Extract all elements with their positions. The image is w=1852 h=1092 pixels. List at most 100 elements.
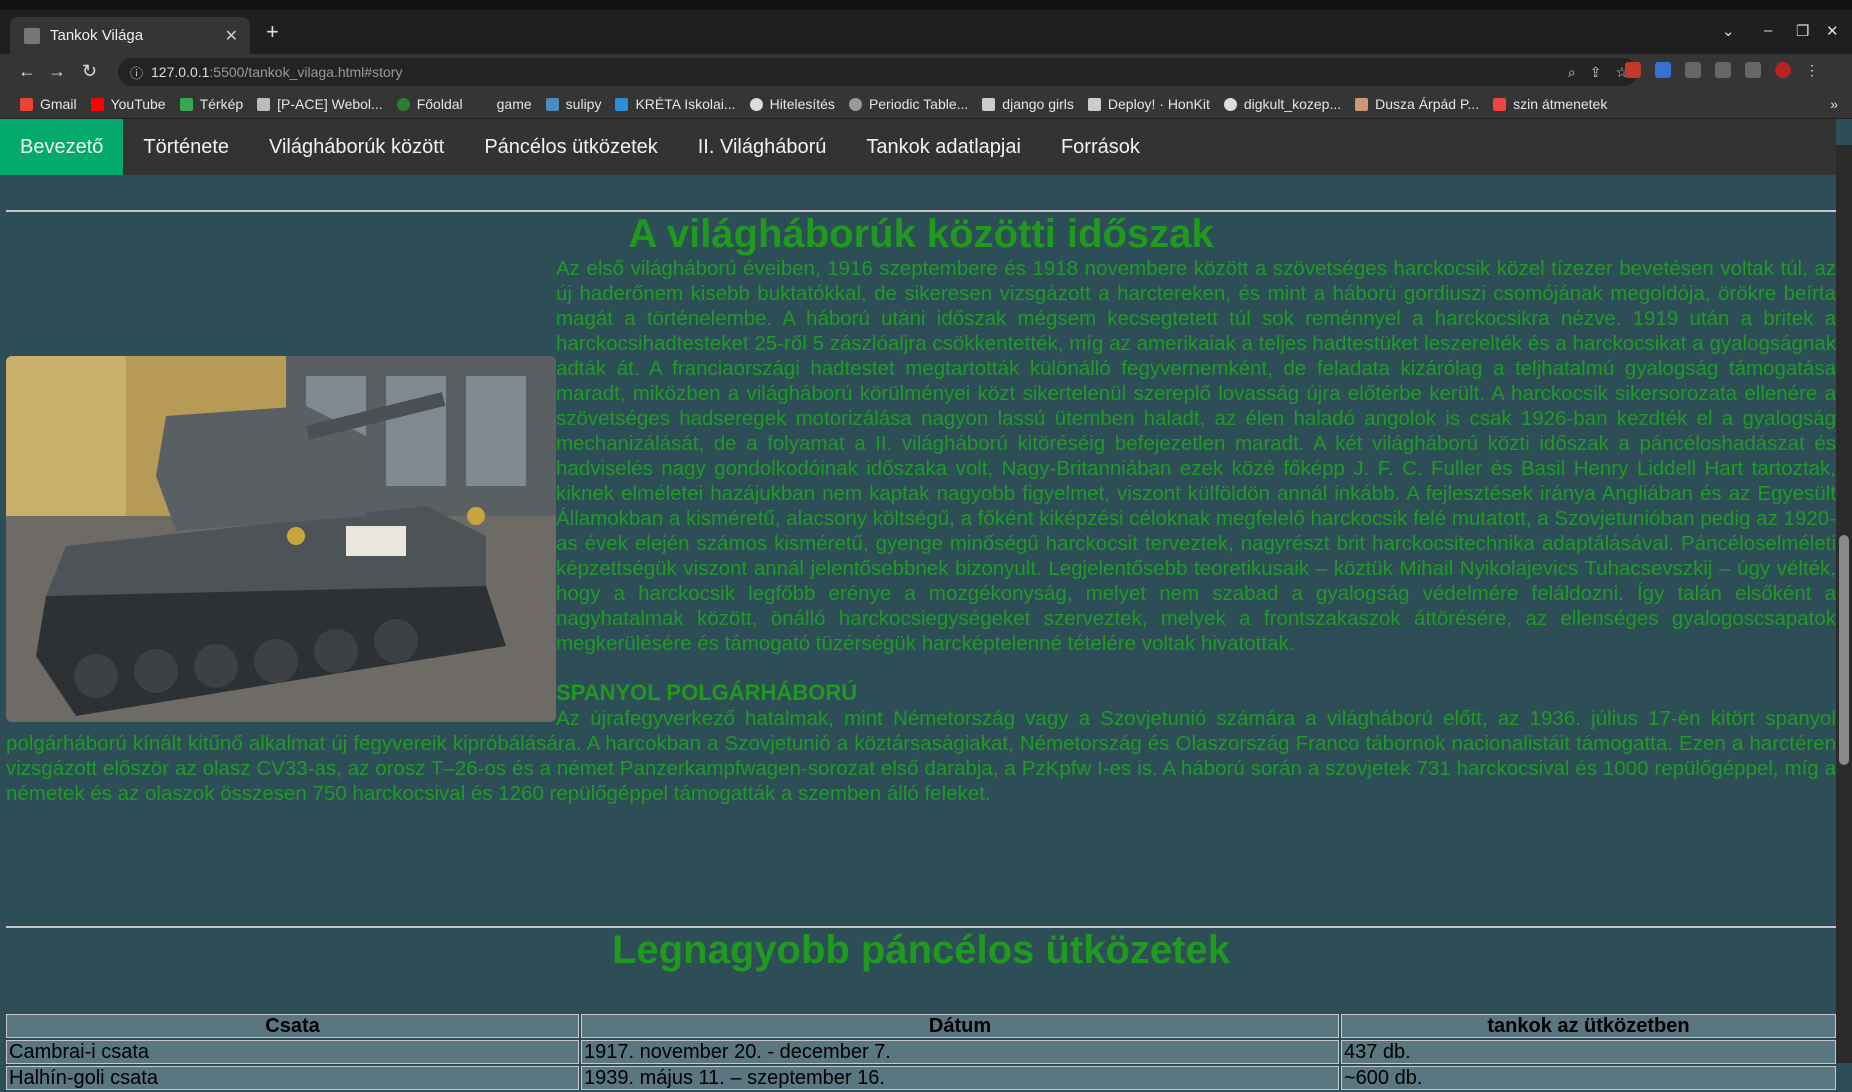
bookmark-szin-atmenetek[interactable]: szin átmenetek <box>1493 96 1607 112</box>
site-nav: Bevezető Története Világháborúk között P… <box>0 119 1836 175</box>
back-icon[interactable]: ← <box>18 61 36 82</box>
bookmark-fooldal[interactable]: Főoldal <box>396 96 463 112</box>
cell-battle: Halhín-goli csata <box>6 1066 579 1090</box>
section-title-battles: Legnagyobb páncélos ütközetek <box>612 928 1230 972</box>
nav-tankok-adatlapjai[interactable]: Tankok adatlapjai <box>846 119 1041 175</box>
globe-icon <box>749 97 763 111</box>
bookmark-gmail[interactable]: Gmail <box>20 96 77 112</box>
nav-forrasok[interactable]: Források <box>1041 119 1160 175</box>
side-panel-icon[interactable] <box>1745 62 1761 78</box>
os-top-bar <box>0 0 1852 10</box>
nav-tortenete[interactable]: Története <box>123 119 249 175</box>
address-bar-row: ← → ↻ ⓘ 127.0.0.1:5500/tankok_vilaga.htm… <box>0 54 1852 90</box>
nav-bevezeto[interactable]: Bevezető <box>0 119 124 175</box>
col-header-datum: Dátum <box>581 1014 1339 1038</box>
bookmark-pace[interactable]: [P-ACE] Webol... <box>257 96 383 112</box>
section-title-interwar: A világháborúk közötti időszak <box>628 212 1214 256</box>
bookmark-label: Deploy! · HonKit <box>1107 96 1210 112</box>
col-header-csata: Csata <box>6 1014 579 1038</box>
page-scrollbar[interactable] <box>1836 145 1852 1063</box>
bookmark-deploy-honkit[interactable]: Deploy! · HonKit <box>1087 96 1210 112</box>
bookmark-terkep[interactable]: Térkép <box>179 96 244 112</box>
color-gradient-icon <box>1493 97 1507 111</box>
new-tab-icon[interactable]: + <box>266 21 279 43</box>
bookmark-label: Hitelesítés <box>769 96 835 112</box>
browser-tab[interactable]: Tankok Világa ✕ <box>10 17 250 54</box>
github-icon <box>848 97 862 111</box>
battles-table: Csata Dátum tankok az ütközetben Cambrai… <box>4 1012 1838 1092</box>
bookmark-label: game <box>496 96 532 112</box>
col-header-tankok: tankok az ütközetben <box>1341 1014 1836 1038</box>
minimize-icon[interactable]: – <box>1764 22 1772 39</box>
nav-vilaghaboruk-kozott[interactable]: Világháborúk között <box>249 119 464 175</box>
table-header-row: Csata Dátum tankok az ütközetben <box>6 1014 1836 1038</box>
share-icon[interactable]: ⇪ <box>1590 64 1602 81</box>
page-content: A világháborúk közötti időszak Az első v… <box>6 174 1836 1092</box>
dusza-icon <box>1355 97 1369 111</box>
pace-icon <box>257 97 271 111</box>
forward-icon[interactable]: → <box>48 61 66 82</box>
menu-kebab-icon[interactable]: ⋮ <box>1805 62 1819 79</box>
bookmark-label: sulipy <box>565 96 602 112</box>
table-row: Halhín-goli csata 1939. május 11. – szep… <box>6 1066 1836 1090</box>
bookmark-label: Főoldal <box>416 96 463 112</box>
tab-search-chevron-icon[interactable]: ⌄ <box>1722 22 1735 40</box>
tank-image <box>6 356 556 722</box>
bookmark-label: szin átmenetek <box>1513 96 1608 112</box>
tab-title: Tankok Világa <box>50 27 144 44</box>
bookmarks-overflow-icon[interactable]: » <box>1830 96 1838 112</box>
bookmark-label: Gmail <box>40 96 77 112</box>
profile-avatar-icon[interactable] <box>1775 62 1791 78</box>
book-icon <box>982 97 996 111</box>
url-text[interactable]: 127.0.0.1:5500/tankok_vilaga.html#story <box>151 64 402 80</box>
cell-date: 1939. május 11. – szeptember 16. <box>581 1066 1339 1090</box>
site-info-icon[interactable]: ⓘ <box>130 63 143 82</box>
bookmark-django-girls[interactable]: django girls <box>982 96 1074 112</box>
bookmark-digkult[interactable]: digkult_kozep... <box>1223 96 1342 112</box>
bookmark-dusza[interactable]: Dusza Árpád P... <box>1355 96 1479 112</box>
interwar-text-block: Az első világháború éveiben, 1916 szepte… <box>6 256 1836 806</box>
bookmark-game[interactable]: game <box>477 96 532 112</box>
tank-photo <box>6 356 556 722</box>
nav-ii-vilaghaboru[interactable]: II. Világháború <box>678 119 847 175</box>
gmail-icon <box>20 97 33 111</box>
bookmark-hitelesites[interactable]: Hitelesítés <box>749 96 835 112</box>
zoom-icon[interactable]: ⌕ <box>1568 64 1576 81</box>
cell-date: 1917. november 20. - december 7. <box>581 1040 1339 1064</box>
fooldal-icon <box>396 97 410 111</box>
bookmark-label: [P-ACE] Webol... <box>277 96 383 112</box>
translate-extension-icon[interactable] <box>1655 62 1671 78</box>
kreta-icon <box>615 97 629 111</box>
extensions-puzzle-icon[interactable] <box>1685 62 1701 78</box>
close-tab-icon[interactable]: ✕ <box>225 26 238 46</box>
reading-list-icon[interactable] <box>1715 62 1731 78</box>
cell-battle: Cambrai-i csata <box>6 1040 579 1064</box>
bookmark-label: digkult_kozep... <box>1243 96 1342 112</box>
scrollbar-thumb[interactable] <box>1839 535 1849 765</box>
bookmark-periodic-table[interactable]: Periodic Table... <box>848 96 969 112</box>
bookmark-label: Térkép <box>199 96 244 112</box>
nav-pancelos-utkozetek[interactable]: Páncélos ütközetek <box>464 119 677 175</box>
maps-icon <box>179 97 193 111</box>
bookmark-label: Dusza Árpád P... <box>1375 96 1480 112</box>
bookmark-label: Periodic Table... <box>868 96 969 112</box>
bookmark-label: django girls <box>1002 96 1074 112</box>
tank-favicon-icon <box>24 27 40 44</box>
ublock-extension-icon[interactable] <box>1625 62 1641 78</box>
bookmark-kreta[interactable]: KRÉTA Iskolai... <box>615 96 736 112</box>
python-icon <box>545 97 559 111</box>
bookmark-youtube[interactable]: YouTube <box>90 96 166 112</box>
book-icon <box>1087 97 1101 111</box>
reload-icon[interactable]: ↻ <box>82 61 97 82</box>
table-row: Cambrai-i csata 1917. november 20. - dec… <box>6 1040 1836 1064</box>
cell-tanks: 437 db. <box>1341 1040 1836 1064</box>
bookmarks-bar: Gmail YouTube Térkép [P-ACE] Webol... Fő… <box>0 90 1852 119</box>
restore-icon[interactable]: ❐ <box>1796 22 1809 40</box>
bookmark-sulipy[interactable]: sulipy <box>545 96 602 112</box>
close-window-icon[interactable]: ✕ <box>1826 22 1839 40</box>
game-icon <box>477 98 490 111</box>
youtube-icon <box>90 97 104 111</box>
omnibox[interactable]: ⓘ 127.0.0.1:5500/tankok_vilaga.html#stor… <box>118 58 1638 86</box>
url-host: 127.0.0.1 <box>151 64 210 80</box>
globe-icon <box>1223 97 1237 111</box>
